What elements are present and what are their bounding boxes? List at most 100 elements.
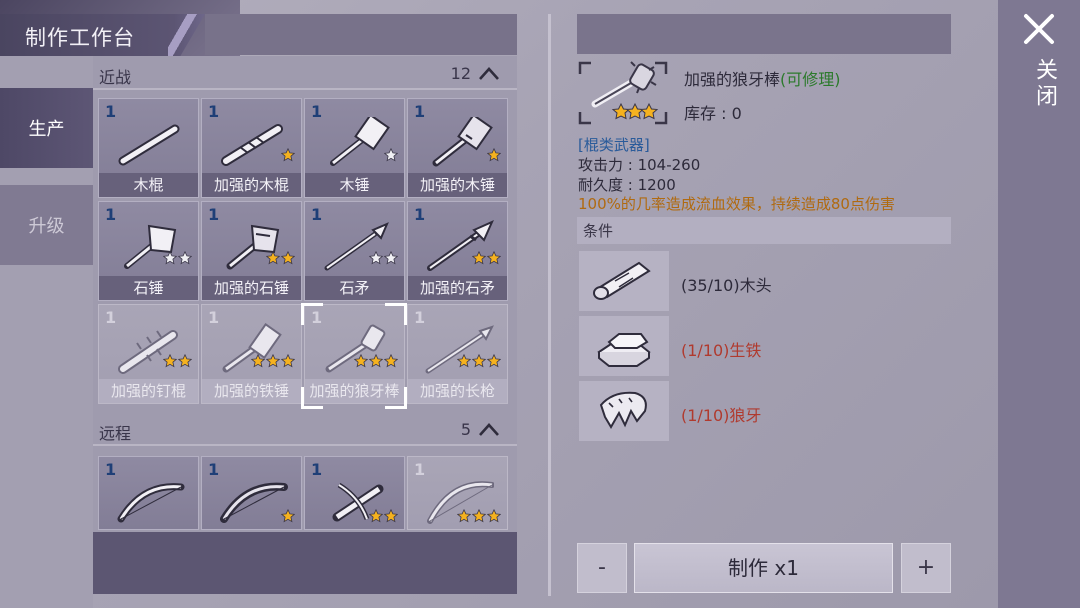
star-icon [266, 354, 280, 368]
chevron-up-icon[interactable] [477, 64, 501, 82]
recipe-slot-long-spear[interactable]: 1 加强的长枪 [407, 304, 508, 404]
star-icon [384, 354, 398, 368]
conditions-header: 条件 [577, 217, 951, 244]
star-icon [354, 354, 368, 368]
recipe-slot-reinforced-stone-hammer[interactable]: 1 加强的石锤 [201, 201, 302, 301]
section-ranged-header[interactable]: 远程 5 [93, 414, 517, 446]
recipe-slot-reinforced-hammer[interactable]: 1 加强的木锤 [407, 98, 508, 198]
rarity-stars [472, 251, 501, 265]
recipe-slot-reinforced-stone-spear[interactable]: 1 加强的石矛 [407, 201, 508, 301]
recipe-slot-reinforced-stick[interactable]: 1 加强的木棍 [201, 98, 302, 198]
star-icon [163, 354, 177, 368]
list-bottom-area [93, 532, 517, 594]
recipe-slot-wooden-hammer[interactable]: 1 木锤 [304, 98, 405, 198]
rarity-stars [457, 354, 501, 368]
star-icon [487, 251, 501, 265]
star-icon [472, 354, 486, 368]
rarity-stars [281, 148, 295, 162]
reinforced-hammer-icon [432, 117, 493, 167]
recipe-slot-iron-hammer[interactable]: 1 加强的铁锤 [201, 304, 302, 404]
tab-upgrade[interactable]: 升级 [0, 185, 93, 265]
star-icon [487, 148, 501, 162]
section-melee-header[interactable]: 近战 12 [93, 58, 517, 90]
wooden-hammer-icon [330, 117, 390, 166]
star-icon [281, 251, 295, 265]
close-icon[interactable] [1022, 12, 1056, 46]
recipe-label: 石矛 [305, 276, 404, 300]
recipe-slot-stone-spear[interactable]: 1 石矛 [304, 201, 405, 301]
recipe-slot-longbow[interactable]: 1 [407, 456, 508, 530]
panel-divider [548, 14, 551, 596]
rarity-stars [281, 509, 295, 523]
wolf-tooth-club-icon [578, 61, 668, 125]
recipe-slot-crossbow[interactable]: 1 [304, 456, 405, 530]
star-icon [472, 251, 486, 265]
recipe-slot-bow[interactable]: 1 [98, 456, 199, 530]
increase-quantity-button[interactable]: + [901, 543, 951, 593]
close-label[interactable]: 关闭 [1028, 58, 1060, 110]
rarity-stars [251, 354, 295, 368]
recipe-label: 石锤 [99, 276, 198, 300]
requirement-iron-text: (1/10)生铁 [681, 341, 762, 360]
recipe-label: 木棍 [99, 173, 198, 197]
recipe-label: 加强的狼牙棒 [305, 379, 404, 403]
section-ranged-count: 5 [460, 420, 471, 439]
star-icon [163, 251, 177, 265]
star-icon [281, 509, 295, 523]
item-durability: 耐久度 : 1200 [578, 176, 676, 194]
wood-log-icon [593, 261, 651, 300]
wooden-stick-icon [118, 124, 180, 166]
reinforced-bow-icon [220, 482, 288, 523]
item-category: [棍类武器] [578, 136, 650, 154]
star-icon [472, 509, 486, 523]
decrease-quantity-button[interactable]: - [577, 543, 627, 593]
rarity-stars [384, 148, 398, 162]
recipe-slot-nail-club[interactable]: 1 加强的钉棍 [98, 304, 199, 404]
tab-production[interactable]: 生产 [0, 88, 93, 168]
rarity-stars [163, 251, 192, 265]
header-bar [205, 14, 517, 55]
rarity-stars [354, 354, 398, 368]
star-icon [384, 148, 398, 162]
section-divider [93, 88, 517, 90]
item-effect: 100%的几率造成流血效果，持续造成80点伤害 [578, 195, 895, 213]
star-icon [384, 251, 398, 265]
recipe-label: 加强的石锤 [202, 276, 301, 300]
item-attack: 攻击力 : 104-260 [578, 156, 701, 174]
recipe-slot-stone-hammer[interactable]: 1 石锤 [98, 201, 199, 301]
rarity-stars [369, 509, 398, 523]
rarity-stars [163, 354, 192, 368]
recipe-label: 加强的木棍 [202, 173, 301, 197]
requirement-iron [579, 316, 669, 376]
star-icon [369, 354, 383, 368]
star-icon [178, 354, 192, 368]
reinforced-stick-icon [221, 124, 283, 166]
section-ranged-name: 远程 [99, 424, 132, 443]
recipe-label: 加强的长枪 [408, 379, 507, 403]
star-icon [457, 354, 471, 368]
detail-top-bar [577, 14, 951, 54]
rarity-stars [369, 251, 398, 265]
title-stripe [168, 14, 208, 56]
recipe-label: 加强的木锤 [408, 173, 507, 197]
star-icon [487, 509, 501, 523]
star-icon [251, 354, 265, 368]
rarity-stars [487, 148, 501, 162]
requirement-wood [579, 251, 669, 311]
recipe-slot-wolf-tooth-club[interactable]: 1 加强的狼牙棒 [304, 304, 405, 404]
requirement-fang [579, 381, 669, 441]
requirement-wood-text: (35/10)木头 [681, 276, 772, 295]
recipe-slot-reinforced-bow[interactable]: 1 [201, 456, 302, 530]
craft-button[interactable]: 制作 x1 [634, 543, 893, 593]
bow-icon [117, 483, 185, 523]
star-icon [369, 251, 383, 265]
star-icon [369, 509, 383, 523]
item-name: 加强的狼牙棒(可修理) [684, 70, 841, 89]
page-title: 制作工作台 [25, 26, 135, 50]
section-melee-count: 12 [450, 64, 471, 83]
chevron-up-icon[interactable] [477, 420, 501, 438]
section-divider [93, 444, 517, 446]
recipe-slot-wooden-stick[interactable]: 1 木棍 [98, 98, 199, 198]
star-icon [487, 354, 501, 368]
star-icon [281, 354, 295, 368]
